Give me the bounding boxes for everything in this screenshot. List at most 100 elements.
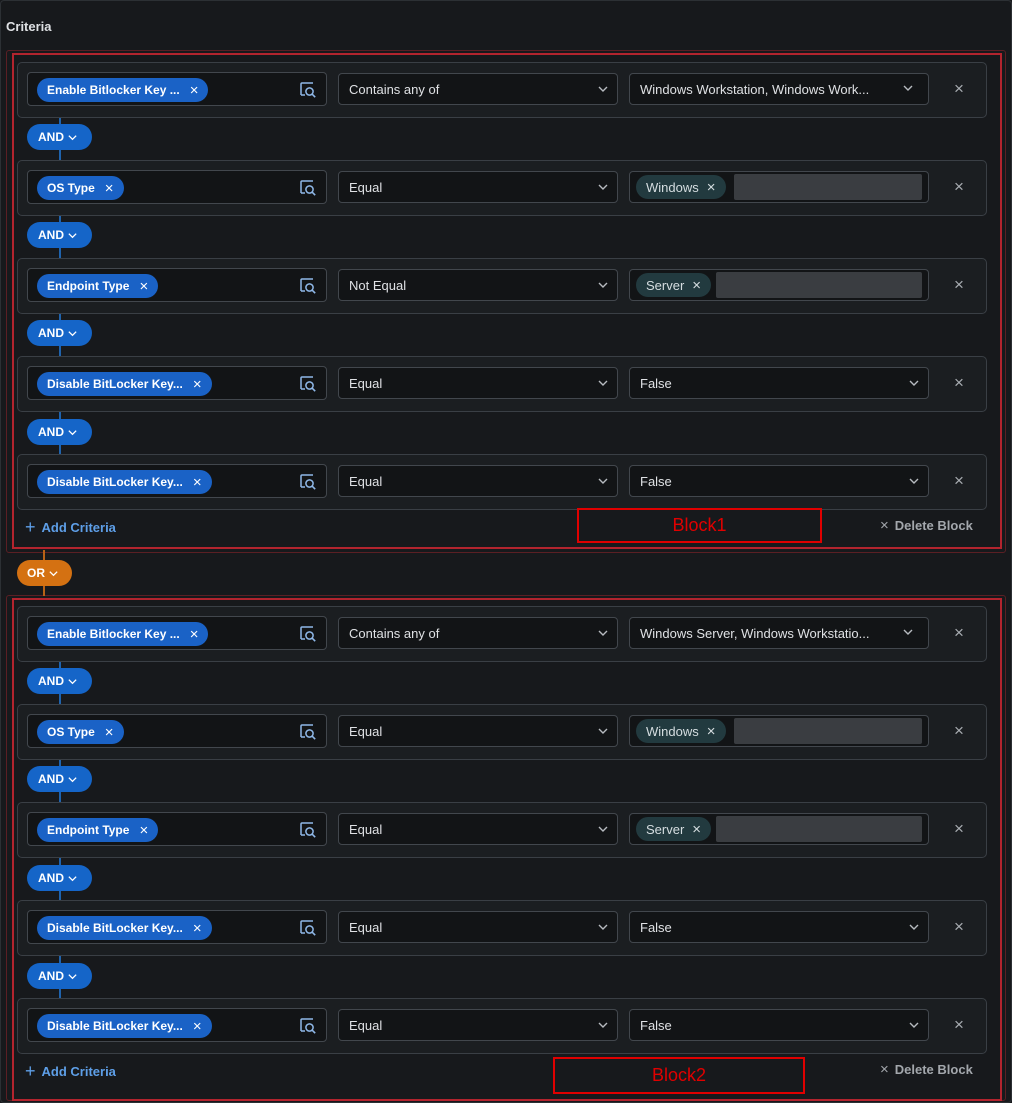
and-operator-toggle[interactable]: AND xyxy=(27,124,92,150)
value-input-area[interactable] xyxy=(716,272,922,298)
remove-row-close-icon[interactable]: × xyxy=(951,374,967,391)
and-operator-toggle[interactable]: AND xyxy=(27,320,92,346)
value-multiselect[interactable]: Server × xyxy=(629,813,929,845)
and-operator-toggle[interactable]: AND xyxy=(27,766,92,792)
chip-close-icon[interactable]: × xyxy=(193,475,202,490)
search-lookup-icon[interactable] xyxy=(299,277,317,295)
and-operator-toggle[interactable]: AND xyxy=(27,963,92,989)
chip-close-icon[interactable]: × xyxy=(105,181,114,196)
search-lookup-icon[interactable] xyxy=(299,625,317,643)
value-input-area[interactable] xyxy=(734,174,922,200)
chevron-down-icon xyxy=(598,826,608,832)
value-multiselect[interactable]: Server × xyxy=(629,269,929,301)
value-dropdown[interactable]: False xyxy=(629,911,929,943)
value-dropdown[interactable]: False xyxy=(629,367,929,399)
remove-row-close-icon[interactable]: × xyxy=(951,722,967,739)
value-multiselect[interactable]: Windows × xyxy=(629,171,929,203)
operator-dropdown[interactable]: Equal xyxy=(338,171,618,203)
operator-dropdown[interactable]: Equal xyxy=(338,715,618,747)
value-dropdown[interactable]: Windows Server, Windows Workstatio... xyxy=(629,617,929,649)
or-label: OR xyxy=(27,566,45,580)
chip-close-icon[interactable]: × xyxy=(139,823,148,838)
chip-close-icon[interactable]: × xyxy=(190,83,199,98)
value-dropdown[interactable]: Windows Workstation, Windows Work... xyxy=(629,73,929,105)
chip-close-icon[interactable]: × xyxy=(193,921,202,936)
search-lookup-icon[interactable] xyxy=(299,821,317,839)
value-input-area[interactable] xyxy=(734,718,922,744)
field-chip[interactable]: Disable BitLocker Key... × xyxy=(37,470,212,494)
search-lookup-icon[interactable] xyxy=(299,375,317,393)
and-operator-toggle[interactable]: AND xyxy=(27,222,92,248)
delete-block-button[interactable]: × Delete Block xyxy=(880,518,973,533)
remove-row-close-icon[interactable]: × xyxy=(951,918,967,935)
chevron-down-icon xyxy=(598,728,608,734)
operator-dropdown[interactable]: Not Equal xyxy=(338,269,618,301)
search-lookup-icon[interactable] xyxy=(299,919,317,937)
tag-close-icon[interactable]: × xyxy=(707,180,716,195)
remove-row-close-icon[interactable]: × xyxy=(951,624,967,641)
value-text: False xyxy=(640,919,672,935)
field-selector[interactable]: OS Type × xyxy=(27,170,327,204)
operator-dropdown[interactable]: Equal xyxy=(338,465,618,497)
or-operator-toggle[interactable]: OR xyxy=(17,560,72,586)
field-selector[interactable]: OS Type × xyxy=(27,714,327,748)
field-selector[interactable]: Disable BitLocker Key... × xyxy=(27,464,327,498)
operator-dropdown[interactable]: Contains any of xyxy=(338,73,618,105)
and-operator-toggle[interactable]: AND xyxy=(27,865,92,891)
value-text: Windows Workstation, Windows Work... xyxy=(640,81,870,97)
and-operator-toggle[interactable]: AND xyxy=(27,419,92,445)
tag-close-icon[interactable]: × xyxy=(692,278,701,293)
field-selector[interactable]: Disable BitLocker Key... × xyxy=(27,910,327,944)
criteria-title: Criteria xyxy=(6,19,52,34)
remove-row-close-icon[interactable]: × xyxy=(951,276,967,293)
tag-close-icon[interactable]: × xyxy=(707,724,716,739)
search-lookup-icon[interactable] xyxy=(299,473,317,491)
field-selector[interactable]: Endpoint Type × xyxy=(27,812,327,846)
add-criteria-button[interactable]: + Add Criteria xyxy=(25,518,116,536)
field-chip[interactable]: Disable BitLocker Key... × xyxy=(37,916,212,940)
field-selector[interactable]: Enable Bitlocker Key ... × xyxy=(27,72,327,106)
chip-close-icon[interactable]: × xyxy=(190,627,199,642)
field-selector[interactable]: Disable BitLocker Key... × xyxy=(27,1008,327,1042)
operator-dropdown[interactable]: Equal xyxy=(338,911,618,943)
value-input-area[interactable] xyxy=(716,816,922,842)
search-lookup-icon[interactable] xyxy=(299,81,317,99)
operator-dropdown[interactable]: Contains any of xyxy=(338,617,618,649)
operator-dropdown[interactable]: Equal xyxy=(338,813,618,845)
value-dropdown[interactable]: False xyxy=(629,1009,929,1041)
remove-row-close-icon[interactable]: × xyxy=(951,80,967,97)
chip-close-icon[interactable]: × xyxy=(193,377,202,392)
field-chip[interactable]: Disable BitLocker Key... × xyxy=(37,1014,212,1038)
remove-row-close-icon[interactable]: × xyxy=(951,1016,967,1033)
remove-row-close-icon[interactable]: × xyxy=(951,178,967,195)
operator-dropdown[interactable]: Equal xyxy=(338,1009,618,1041)
field-chip[interactable]: Endpoint Type × xyxy=(37,274,159,298)
delete-block-label: Delete Block xyxy=(894,1062,973,1077)
delete-block-button[interactable]: × Delete Block xyxy=(880,1062,973,1077)
field-selector[interactable]: Endpoint Type × xyxy=(27,268,327,302)
search-lookup-icon[interactable] xyxy=(299,179,317,197)
chevron-down-icon xyxy=(68,330,77,336)
field-chip[interactable]: OS Type × xyxy=(37,176,124,200)
chip-close-icon[interactable]: × xyxy=(139,279,148,294)
field-chip[interactable]: Disable BitLocker Key... × xyxy=(37,372,212,396)
remove-row-close-icon[interactable]: × xyxy=(951,472,967,489)
add-criteria-button[interactable]: + Add Criteria xyxy=(25,1062,116,1080)
field-chip[interactable]: Endpoint Type × xyxy=(37,818,159,842)
operator-dropdown[interactable]: Equal xyxy=(338,367,618,399)
tag-close-icon[interactable]: × xyxy=(692,822,701,837)
remove-row-close-icon[interactable]: × xyxy=(951,820,967,837)
search-lookup-icon[interactable] xyxy=(299,1017,317,1035)
value-multiselect[interactable]: Windows × xyxy=(629,715,929,747)
search-lookup-icon[interactable] xyxy=(299,723,317,741)
value-dropdown[interactable]: False xyxy=(629,465,929,497)
chip-close-icon[interactable]: × xyxy=(105,725,114,740)
add-criteria-label: Add Criteria xyxy=(41,519,116,535)
field-selector[interactable]: Enable Bitlocker Key ... × xyxy=(27,616,327,650)
chip-close-icon[interactable]: × xyxy=(193,1019,202,1034)
field-chip[interactable]: Enable Bitlocker Key ... × xyxy=(37,622,209,646)
field-chip[interactable]: OS Type × xyxy=(37,720,124,744)
and-operator-toggle[interactable]: AND xyxy=(27,668,92,694)
field-chip[interactable]: Enable Bitlocker Key ... × xyxy=(37,78,209,102)
field-selector[interactable]: Disable BitLocker Key... × xyxy=(27,366,327,400)
